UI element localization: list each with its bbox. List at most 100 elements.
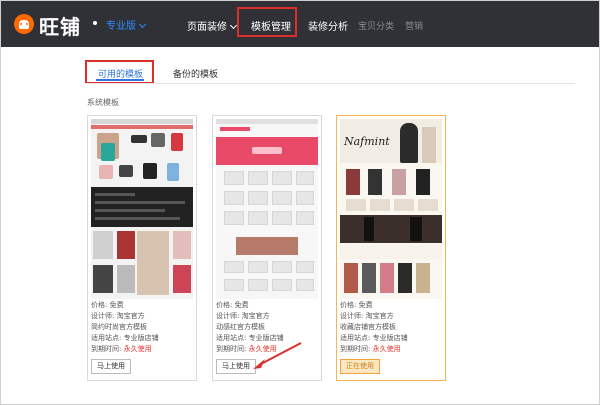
template-designer: 设计师: 淘宝官方: [340, 312, 394, 320]
expiry-prefix: 到期时间:: [91, 345, 124, 353]
template-designer: 设计师: 淘宝官方: [91, 312, 145, 320]
thumb-placeholder: [296, 279, 314, 291]
thumb-block: [346, 199, 366, 211]
grid-cell: [117, 265, 135, 293]
thumb-text-line: [95, 209, 165, 212]
active-tab-underline: [96, 79, 144, 81]
thumb-placeholder: [224, 171, 244, 185]
thumb-placeholder: [272, 191, 292, 205]
model-figure: [392, 169, 406, 195]
section-system-templates: 系统模板: [87, 98, 119, 107]
expiry-prefix: 到期时间:: [340, 345, 373, 353]
thumb-logo-bar: [220, 127, 250, 131]
tabs-divider: [85, 83, 575, 84]
expiry-value: 永久使用: [123, 345, 152, 353]
brand-dot: [93, 21, 97, 25]
nav-decoration-analysis[interactable]: 装修分析: [308, 18, 348, 33]
thumb-text-line: [95, 201, 185, 204]
model-figure: [362, 263, 376, 293]
thumb-product-grid: [93, 231, 191, 297]
template-applicable: 适用站点: 专业版店铺: [340, 334, 408, 342]
thumb-placeholder: [296, 211, 314, 225]
top-nav-bar: 旺铺 专业版 页面装修 模板管理 装修分析 宝贝分类 营销: [1, 1, 599, 47]
annotation-arrow-icon: [253, 342, 302, 369]
thumb-placeholder: [296, 191, 314, 205]
grid-cell: [173, 231, 191, 259]
thumb-dark-banner: [340, 215, 442, 243]
template-info: 价格: 免费 设计师: 淘宝官方 收藏店铺官方模板 适用站点: 专业版店铺 到期…: [340, 300, 444, 355]
tab-backup-templates[interactable]: 备份的模板: [173, 67, 218, 80]
thumb-placeholder: [248, 191, 268, 205]
thumb-accent-bar: [91, 125, 193, 129]
expiry-prefix: 到期时间:: [216, 345, 249, 353]
nav-template-management[interactable]: 模板管理: [251, 18, 291, 33]
edition-dropdown[interactable]: 专业版: [106, 17, 147, 32]
thumb-text-line: [95, 193, 135, 196]
product-image: [167, 163, 179, 181]
template-thumbnail[interactable]: Nafmint: [340, 119, 442, 299]
thumb-placeholder: [224, 261, 244, 273]
product-image: [119, 165, 133, 177]
template-price: 价格: 免费: [216, 301, 249, 309]
thumb-stripe: [340, 245, 442, 259]
thumb-placeholder: [296, 171, 314, 185]
model-figure: [422, 127, 436, 163]
template-expiry: 到期时间: 永久使用: [340, 344, 444, 355]
model-figure: [400, 123, 418, 163]
model-figure: [416, 169, 430, 195]
nav-page-decoration[interactable]: 页面装修: [187, 18, 238, 33]
in-use-button[interactable]: 正在使用: [340, 359, 380, 374]
thumb-block: [394, 199, 414, 211]
thumb-placeholder: [224, 191, 244, 205]
template-thumbnail[interactable]: [91, 119, 193, 299]
nav-marketing[interactable]: 营销: [405, 19, 423, 32]
brand-logo-text[interactable]: 旺铺: [39, 11, 81, 40]
thumb-logo-text: Nafmint: [344, 135, 390, 148]
thumb-banner-button: [252, 147, 282, 154]
thumb-placeholder: [296, 261, 314, 273]
model-figure: [346, 169, 360, 195]
nav-label: 页面装修: [187, 22, 227, 33]
thumb-text-line: [95, 217, 180, 220]
grid-cell: [173, 265, 191, 293]
grid-cell: [137, 231, 169, 295]
template-card[interactable]: 价格: 免费 设计师: 淘宝官方 简约时尚官方模板 适用站点: 专业版店铺 到期…: [87, 115, 197, 381]
thumb-placeholder: [272, 261, 292, 273]
product-image: [131, 135, 147, 143]
thumb-dark-section: [91, 187, 193, 227]
thumb-placeholder: [224, 279, 244, 291]
nav-item-category[interactable]: 宝贝分类: [358, 19, 394, 32]
product-image: [101, 143, 115, 161]
use-now-button[interactable]: 马上使用: [91, 359, 131, 374]
grid-cell: [93, 265, 113, 293]
expiry-value: 永久使用: [372, 345, 401, 353]
edition-label: 专业版: [106, 21, 136, 32]
thumb-header-bar: [216, 119, 318, 124]
shop-logo-icon[interactable]: [14, 14, 34, 34]
thumb-placeholder: [248, 171, 268, 185]
template-name: 简约时尚官方模板: [91, 323, 147, 331]
model-figure: [364, 217, 374, 241]
template-card-selected[interactable]: Nafmint 价格: 免费 设计师: 淘宝官方 收藏店铺官方模板 适用站点: …: [336, 115, 446, 381]
template-expiry: 到期时间: 永久使用: [91, 344, 195, 355]
thumb-block: [370, 199, 390, 211]
template-price: 价格: 免费: [340, 301, 373, 309]
template-designer: 设计师: 淘宝官方: [216, 312, 270, 320]
model-figure: [368, 169, 382, 195]
thumb-block: [418, 199, 438, 211]
model-figure: [344, 263, 358, 293]
model-figure: [398, 263, 412, 293]
model-figure: [410, 217, 422, 241]
thumb-placeholder: [272, 171, 292, 185]
thumb-placeholder: [272, 211, 292, 225]
thumb-placeholder: [272, 279, 292, 291]
template-applicable: 适用站点: 专业版店铺: [91, 334, 159, 342]
chevron-down-icon: [229, 21, 238, 30]
thumb-placeholder: [248, 261, 268, 273]
model-figure: [380, 263, 394, 293]
template-thumbnail[interactable]: [216, 119, 318, 299]
use-now-button[interactable]: 马上使用: [216, 359, 256, 374]
product-image: [99, 165, 113, 179]
template-price: 价格: 免费: [91, 301, 124, 309]
thumb-placeholder: [224, 211, 244, 225]
